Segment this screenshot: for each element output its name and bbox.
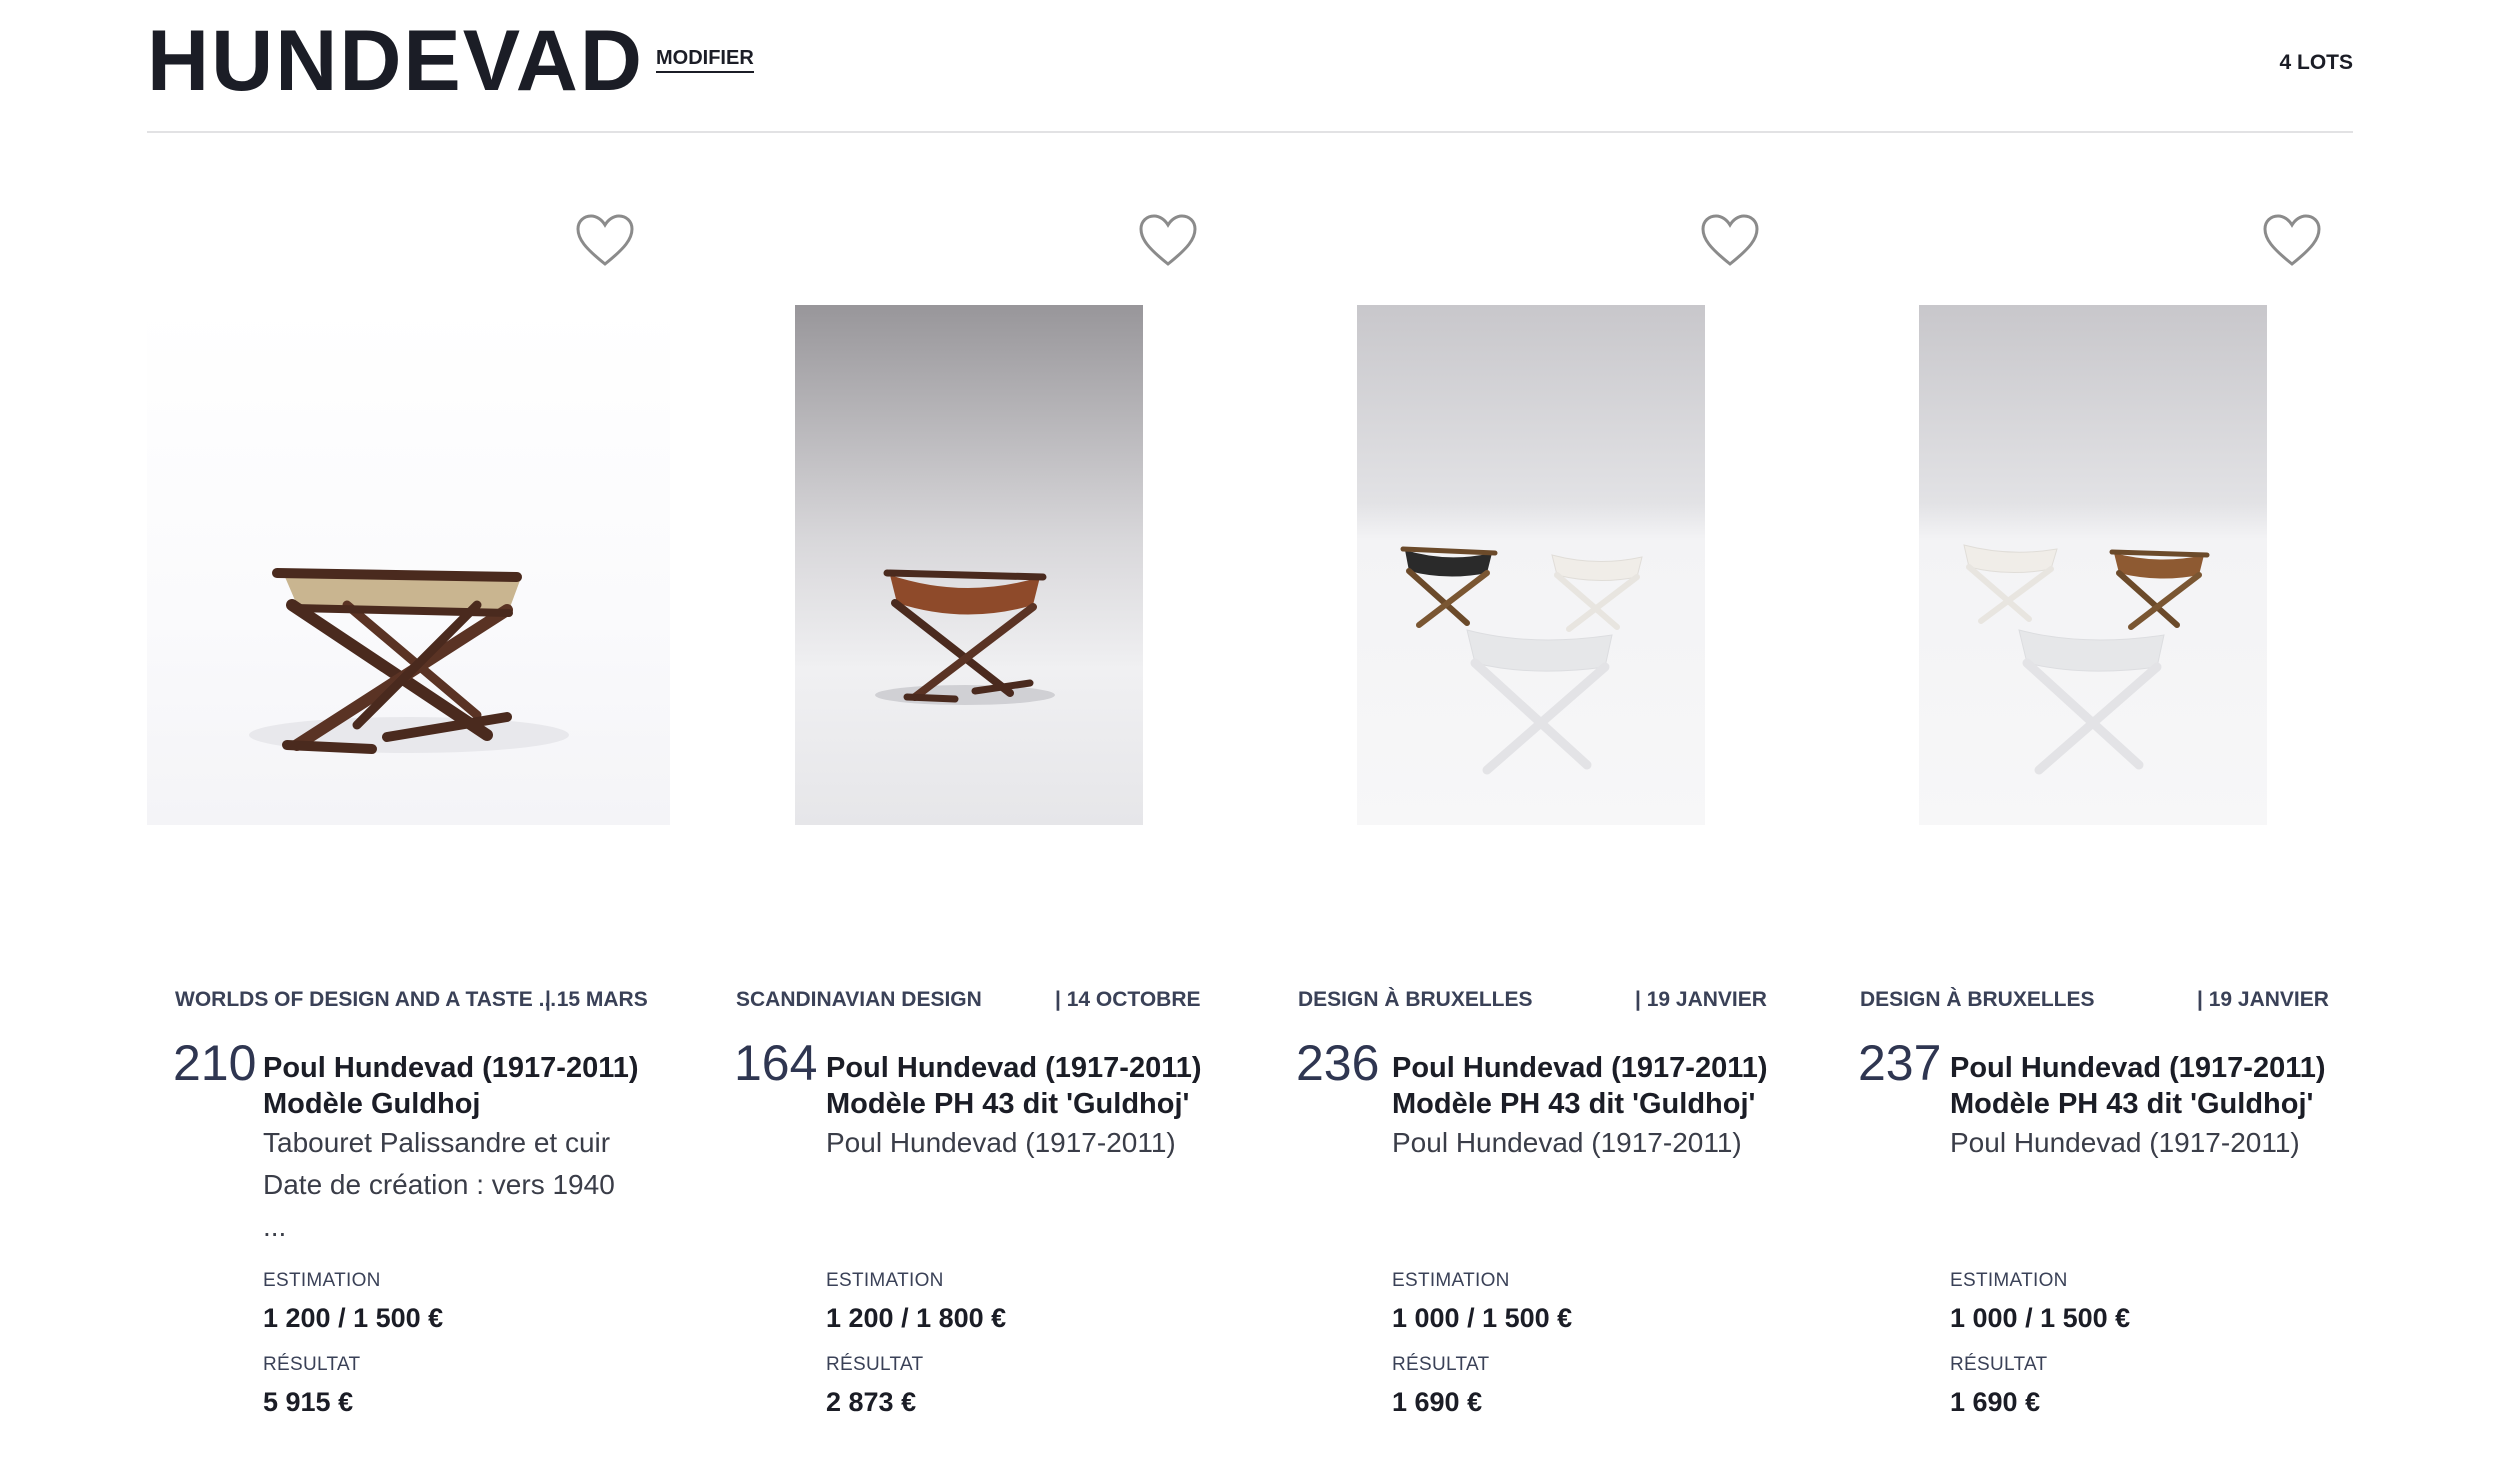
result-label: RÉSULTAT: [1950, 1354, 2048, 1375]
lot-description: Date de création : vers 1940: [263, 1169, 615, 1200]
lot-card[interactable]: SCANDINAVIAN DESIGN | 14 OCTOBRE 164 Pou…: [708, 200, 1268, 1457]
estimate-value: 1 200 / 1 800 €: [826, 1303, 1007, 1333]
lot-title[interactable]: Poul Hundevad (1917-2011): [826, 1050, 1268, 1086]
lot-card[interactable]: DESIGN À BRUXELLES | 19 JANVIER 236 Poul…: [1270, 200, 1830, 1457]
lot-description: Poul Hundevad (1917-2011): [1950, 1127, 2300, 1158]
lot-title[interactable]: Poul Hundevad (1917-2011): [1392, 1050, 1830, 1086]
estimate-label: ESTIMATION: [1950, 1270, 2068, 1291]
lot-info: Poul Hundevad (1917-2011) Modèle PH 43 d…: [1392, 1050, 1830, 1164]
lot-photo[interactable]: [1357, 305, 1705, 825]
lot-subtitle[interactable]: Modèle PH 43 dit 'Guldhoj': [1392, 1086, 1830, 1122]
result-value: 5 915 €: [263, 1387, 354, 1417]
sale-date: | 14 OCTOBRE: [1055, 988, 1201, 1011]
favorite-heart-icon[interactable]: [575, 214, 635, 268]
lot-title[interactable]: Poul Hundevad (1917-2011): [1950, 1050, 2392, 1086]
sale-name[interactable]: SCANDINAVIAN DESIGN: [736, 988, 982, 1012]
estimate-label: ESTIMATION: [1392, 1270, 1510, 1291]
lot-info: Poul Hundevad (1917-2011) Modèle PH 43 d…: [1950, 1050, 2392, 1164]
sale-date: | 19 JANVIER: [2197, 988, 2329, 1011]
lot-description: Tabouret Palissandre et cuir: [263, 1127, 611, 1158]
lot-info: Poul Hundevad (1917-2011) Modèle PH 43 d…: [826, 1050, 1268, 1164]
estimate-value: 1 000 / 1 500 €: [1392, 1303, 1573, 1333]
lot-number: 210: [173, 1035, 257, 1091]
lot-count: 4 LOTS: [2279, 51, 2353, 74]
lot-subtitle[interactable]: Modèle PH 43 dit 'Guldhoj': [826, 1086, 1268, 1122]
lot-number: 164: [734, 1035, 818, 1091]
result-label: RÉSULTAT: [263, 1354, 361, 1375]
result-label: RÉSULTAT: [1392, 1354, 1490, 1375]
result-label: RÉSULTAT: [826, 1354, 924, 1375]
favorite-heart-icon[interactable]: [1138, 214, 1198, 268]
lot-info: Poul Hundevad (1917-2011) Modèle Guldhoj…: [263, 1050, 707, 1248]
estimate-label: ESTIMATION: [263, 1270, 381, 1291]
lot-description: Poul Hundevad (1917-2011): [826, 1127, 1176, 1158]
lot-photo[interactable]: [1919, 305, 2267, 825]
result-value: 1 690 €: [1950, 1387, 2041, 1417]
result-value: 2 873 €: [826, 1387, 917, 1417]
lot-number: 236: [1296, 1035, 1380, 1091]
result-value: 1 690 €: [1392, 1387, 1483, 1417]
lot-card[interactable]: DESIGN À BRUXELLES | 19 JANVIER 237 Poul…: [1832, 200, 2392, 1457]
lot-subtitle[interactable]: Modèle Guldhoj: [263, 1086, 707, 1122]
sale-name[interactable]: DESIGN À BRUXELLES: [1860, 988, 2095, 1012]
estimate-value: 1 200 / 1 500 €: [263, 1303, 444, 1333]
lot-description-ellipsis: ...: [263, 1211, 287, 1242]
favorite-heart-icon[interactable]: [1700, 214, 1760, 268]
lot-photo[interactable]: [147, 305, 670, 825]
lot-number: 237: [1858, 1035, 1942, 1091]
modify-button[interactable]: MODIFIER: [656, 47, 754, 73]
lot-photo[interactable]: [795, 305, 1143, 825]
sale-date: | 15 MARS: [545, 988, 648, 1011]
lot-description: Poul Hundevad (1917-2011): [1392, 1127, 1742, 1158]
sale-name[interactable]: DESIGN À BRUXELLES: [1298, 988, 1533, 1012]
lot-subtitle[interactable]: Modèle PH 43 dit 'Guldhoj': [1950, 1086, 2392, 1122]
page-header: HUNDEVAD MODIFIER 4 LOTS: [147, 0, 2353, 133]
sale-name[interactable]: WORLDS OF DESIGN AND A TASTE ...: [175, 988, 556, 1012]
favorite-heart-icon[interactable]: [2262, 214, 2322, 268]
sale-date: | 19 JANVIER: [1635, 988, 1767, 1011]
estimate-label: ESTIMATION: [826, 1270, 944, 1291]
lot-card[interactable]: WORLDS OF DESIGN AND A TASTE ... | 15 MA…: [147, 200, 707, 1457]
estimate-value: 1 000 / 1 500 €: [1950, 1303, 2131, 1333]
lot-title[interactable]: Poul Hundevad (1917-2011): [263, 1050, 707, 1086]
page-title: HUNDEVAD: [147, 13, 644, 109]
